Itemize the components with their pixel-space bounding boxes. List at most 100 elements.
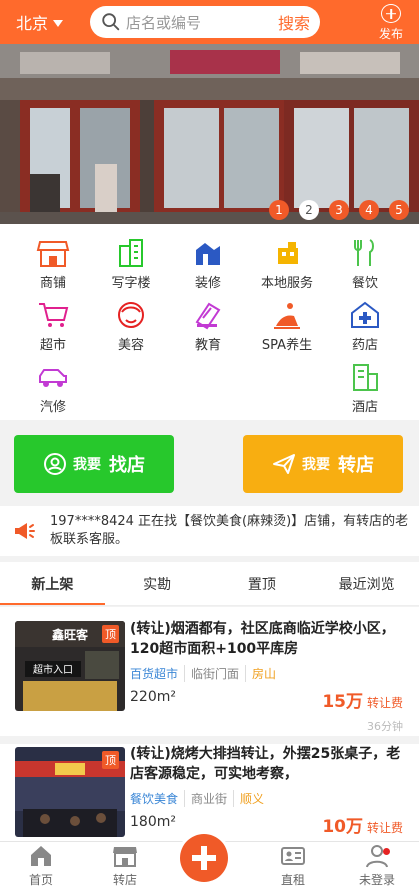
search-input[interactable]: 店名或编号	[126, 12, 278, 33]
tag-district: 顺义	[233, 790, 270, 807]
find-shop-button[interactable]: 我要 找店	[14, 435, 174, 493]
category-label: 汽修	[39, 400, 66, 415]
listing-tags: 餐饮美食 商业街 顺义	[130, 790, 270, 807]
category-label: 写字楼	[111, 276, 151, 291]
notification-dot	[383, 848, 390, 855]
megaphone-icon	[15, 523, 35, 539]
cart-icon	[39, 303, 69, 327]
city-selector[interactable]: 北京	[16, 10, 90, 34]
carousel-dot[interactable]: 3	[329, 200, 349, 220]
carousel-dot[interactable]: 5	[389, 200, 409, 220]
category-label: 本地服务	[260, 276, 313, 291]
beauty-icon	[118, 302, 144, 328]
category-beauty[interactable]: 美容	[93, 300, 169, 354]
category-car-repair[interactable]: 汽修	[15, 362, 91, 416]
listing-list: 鑫旺客 超市入口 顶 (转让)烟酒都有，社区底商临近学校小区，120超市面积+1…	[0, 607, 419, 841]
carousel-dot-active[interactable]: 2	[299, 200, 319, 220]
listing-price: 10万 转让费	[322, 812, 403, 837]
tag-type: 临街门面	[184, 665, 245, 682]
category-label: 教育	[194, 338, 221, 353]
search-button[interactable]: 搜索	[278, 10, 310, 34]
education-icon	[195, 302, 221, 330]
publish-label: 发布	[378, 27, 403, 41]
price-unit: 转让费	[366, 696, 403, 710]
tab-recent[interactable]: 最近浏览	[314, 562, 419, 605]
tab-pinned[interactable]: 置顶	[210, 562, 315, 605]
user-circle-icon	[44, 453, 66, 475]
tab-new[interactable]: 新上架	[0, 562, 105, 605]
spa-icon	[274, 303, 300, 329]
thumb-sign: 鑫旺客	[51, 627, 89, 642]
price-unit: 转让费	[366, 821, 403, 835]
carousel-indicators: 1 2 3 4 5	[269, 200, 409, 220]
category-hotel[interactable]: 酒店	[327, 362, 403, 416]
publish-button[interactable]: 发布	[373, 4, 409, 42]
divider	[0, 736, 419, 744]
listing-area: 180m²	[130, 814, 176, 830]
category-label: 药店	[351, 338, 378, 353]
category-local-service[interactable]: 本地服务	[249, 238, 325, 292]
tag-type: 商业街	[184, 790, 233, 807]
id-card-icon	[281, 847, 305, 865]
carousel-dot[interactable]: 4	[359, 200, 379, 220]
nav-label: 首页	[28, 873, 53, 887]
category-label: 餐饮	[351, 276, 378, 291]
category-pharmacy[interactable]: 药店	[327, 300, 403, 354]
category-education[interactable]: 教育	[170, 300, 246, 354]
user-icon	[366, 845, 388, 868]
hotel-icon	[353, 364, 378, 391]
dining-icon	[354, 239, 374, 266]
category-office[interactable]: 写字楼	[93, 238, 169, 292]
caret-down-icon	[53, 19, 64, 27]
transfer-shop-button[interactable]: 我要 转店	[243, 435, 403, 493]
find-shop-big: 找店	[109, 455, 145, 476]
list-item[interactable]: 鑫旺客 超市入口 顶 (转让)烟酒都有，社区底商临近学校小区，120超市面积+1…	[0, 607, 419, 733]
list-item[interactable]: 顶 (转让)烧烤大排挡转让，外摆25张桌子，老店客源稳定，可实地考察， 餐饮美食…	[0, 744, 419, 841]
category-spa[interactable]: SPA养生	[249, 300, 325, 354]
storefront-icon	[113, 847, 137, 867]
top-bar: 北京 店名或编号 搜索 发布	[0, 0, 419, 44]
nav-label: 转店	[112, 873, 137, 887]
home-icon	[31, 846, 51, 866]
find-shop-small: 我要	[73, 457, 101, 473]
category-label: 超市	[39, 338, 66, 353]
category-supermarket[interactable]: 超市	[15, 300, 91, 354]
notice-bar[interactable]: 197****8424 正在找【餐饮美食(麻辣烫)】店铺，有转店的老板联系客服。	[0, 506, 419, 556]
listing-tags: 百货超市 临街门面 房山	[130, 665, 282, 682]
listing-area: 220m²	[130, 689, 176, 705]
banner-carousel[interactable]: 1 2 3 4 5	[0, 44, 419, 224]
carousel-dot[interactable]: 1	[269, 200, 289, 220]
price-value: 10万	[322, 817, 363, 837]
notice-text: 197****8424 正在找【餐饮美食(麻辣烫)】店铺，有转店的老板联系客服。	[50, 514, 409, 547]
paper-plane-icon	[273, 454, 295, 474]
plus-circle-icon	[381, 4, 401, 23]
search-box[interactable]: 店名或编号 搜索	[90, 6, 320, 38]
category-shop[interactable]: 商铺	[15, 238, 91, 292]
category-dining[interactable]: 餐饮	[327, 238, 403, 292]
nav-profile[interactable]: 未登录	[342, 842, 412, 891]
category-label: 酒店	[351, 400, 378, 415]
tab-inspected[interactable]: 实勘	[105, 562, 210, 605]
category-label: SPA养生	[261, 338, 313, 353]
pinned-badge: 顶	[102, 751, 119, 769]
decoration-icon	[196, 243, 220, 265]
nav-home[interactable]: 首页	[6, 842, 76, 891]
publish-fab[interactable]	[180, 834, 228, 882]
price-value: 15万	[322, 692, 363, 712]
thumb-sign-2: 超市入口	[33, 663, 73, 676]
storefront-image	[0, 44, 419, 224]
nav-transfer[interactable]: 转店	[90, 842, 160, 891]
listing-title: (转让)烧烤大排挡转让，外摆25张桌子，老店客源稳定，可实地考察，	[130, 746, 401, 782]
bottom-nav: 首页 转店 直租 未登录	[0, 834, 419, 891]
transfer-shop-small: 我要	[302, 457, 330, 473]
listing-thumbnail: 顶	[15, 747, 125, 837]
search-icon	[102, 13, 120, 31]
listing-price: 15万 转让费	[322, 687, 403, 712]
nav-direct-rent[interactable]: 直租	[258, 842, 328, 891]
city-label: 北京	[16, 14, 49, 33]
pinned-badge: 顶	[102, 625, 119, 643]
local-service-icon	[278, 242, 298, 264]
category-decoration[interactable]: 装修	[170, 238, 246, 292]
tag-district: 房山	[245, 665, 282, 682]
transfer-shop-big: 转店	[338, 455, 374, 476]
